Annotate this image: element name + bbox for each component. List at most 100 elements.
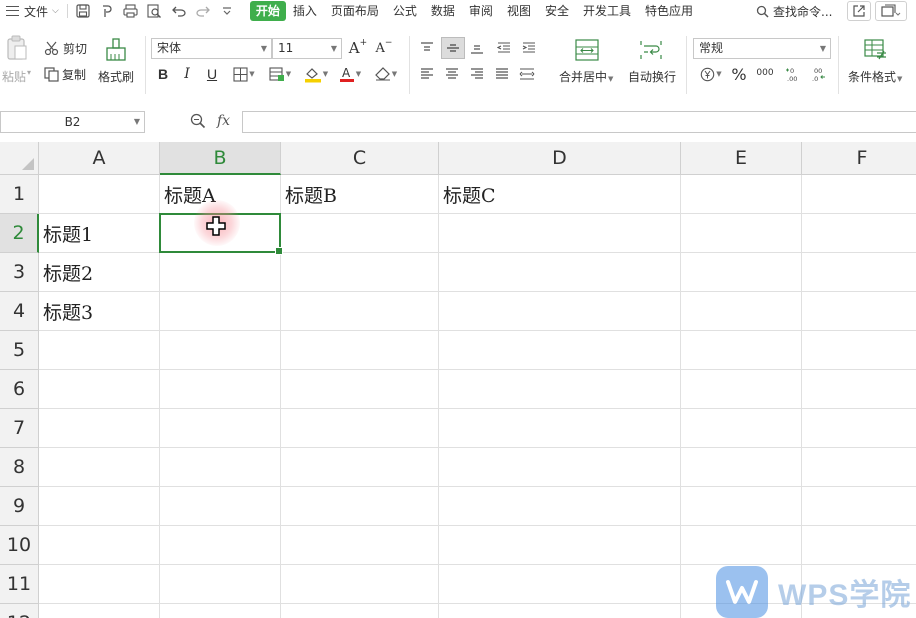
row-header-5[interactable]: 5 — [0, 331, 39, 370]
tab-security[interactable]: 安全 — [538, 1, 576, 21]
cell-b10[interactable] — [160, 526, 281, 565]
tab-review[interactable]: 审阅 — [462, 1, 500, 21]
tab-view[interactable]: 视图 — [500, 1, 538, 21]
cell-d12[interactable] — [439, 604, 681, 618]
more-window-button[interactable] — [875, 1, 907, 21]
cell-a3[interactable]: 标题2 — [39, 253, 160, 292]
insert-function-button[interactable]: fx — [217, 113, 230, 129]
borders-button[interactable]: ▼ — [230, 64, 258, 84]
column-header-f[interactable]: F — [802, 142, 916, 175]
cell-style-button[interactable]: ▼ — [266, 64, 294, 84]
cell-d4[interactable] — [439, 292, 681, 331]
export-icon[interactable] — [98, 2, 116, 20]
font-name-select[interactable]: 宋体 ▼ — [151, 38, 272, 59]
cell-e7[interactable] — [681, 409, 802, 448]
print-icon[interactable] — [122, 2, 140, 20]
undo-icon[interactable] — [170, 2, 188, 20]
format-painter-button[interactable] — [104, 36, 128, 64]
customize-toolbar-icon[interactable] — [218, 2, 236, 20]
cell-c3[interactable] — [281, 253, 439, 292]
tab-special-features[interactable]: 特色应用 — [638, 1, 700, 21]
cell-e3[interactable] — [681, 253, 802, 292]
cell-f9[interactable] — [802, 487, 916, 526]
justify-button[interactable] — [492, 64, 512, 84]
row-header-8[interactable]: 8 — [0, 448, 39, 487]
cell-d8[interactable] — [439, 448, 681, 487]
cell-e2[interactable] — [681, 214, 802, 253]
cell-a2[interactable]: 标题1 — [39, 214, 160, 253]
cell-c11[interactable] — [281, 565, 439, 604]
underline-button[interactable]: U — [202, 64, 222, 84]
decrease-indent-button[interactable] — [494, 38, 514, 58]
tab-insert[interactable]: 插入 — [286, 1, 324, 21]
increase-indent-button[interactable] — [519, 38, 539, 58]
cell-b4[interactable] — [160, 292, 281, 331]
cell-f4[interactable] — [802, 292, 916, 331]
column-header-e[interactable]: E — [681, 142, 802, 175]
cell-f7[interactable] — [802, 409, 916, 448]
wrap-text-icon-button[interactable] — [638, 38, 664, 62]
cell-a12[interactable] — [39, 604, 160, 618]
column-header-a[interactable]: A — [39, 142, 160, 175]
align-bottom-button[interactable] — [467, 38, 487, 58]
distributed-align-button[interactable] — [517, 64, 537, 84]
cell-d2[interactable] — [439, 214, 681, 253]
cell-a1[interactable] — [39, 175, 160, 214]
cell-d7[interactable] — [439, 409, 681, 448]
share-button[interactable] — [847, 1, 871, 21]
number-format-select[interactable]: 常规 ▼ — [693, 38, 831, 59]
cell-e5[interactable] — [681, 331, 802, 370]
column-header-c[interactable]: C — [281, 142, 439, 175]
row-header-9[interactable]: 9 — [0, 487, 39, 526]
row-header-6[interactable]: 6 — [0, 370, 39, 409]
cut-button[interactable]: 剪切 — [44, 40, 87, 56]
decrease-font-size-button[interactable]: A − — [374, 38, 394, 58]
cell-f8[interactable] — [802, 448, 916, 487]
cell-a10[interactable] — [39, 526, 160, 565]
cell-c1[interactable]: 标题B — [281, 175, 439, 214]
row-header-11[interactable]: 11 — [0, 565, 39, 604]
cell-a8[interactable] — [39, 448, 160, 487]
row-header-4[interactable]: 4 — [0, 292, 39, 331]
cell-d11[interactable] — [439, 565, 681, 604]
save-icon[interactable] — [74, 2, 92, 20]
cell-b6[interactable] — [160, 370, 281, 409]
conditional-format-icon-button[interactable] — [863, 38, 889, 62]
cell-e10[interactable] — [681, 526, 802, 565]
zoom-icon[interactable] — [190, 113, 206, 132]
cell-b3[interactable] — [160, 253, 281, 292]
tab-developer[interactable]: 开发工具 — [576, 1, 638, 21]
tab-home[interactable]: 开始 — [249, 1, 286, 21]
conditional-format-button[interactable]: 条件格式▼ — [848, 68, 902, 85]
tab-page-layout[interactable]: 页面布局 — [324, 1, 386, 21]
name-box[interactable]: B2 ▼ — [0, 111, 145, 133]
cell-f10[interactable] — [802, 526, 916, 565]
cell-d9[interactable] — [439, 487, 681, 526]
decrease-decimal-button[interactable]: 00.0 — [807, 64, 829, 84]
align-right-button[interactable] — [467, 64, 487, 84]
cell-f2[interactable] — [802, 214, 916, 253]
cell-f6[interactable] — [802, 370, 916, 409]
increase-font-size-button[interactable]: A + — [348, 38, 368, 58]
fill-color-button[interactable]: ▼ — [301, 64, 331, 84]
cell-a7[interactable] — [39, 409, 160, 448]
cell-c9[interactable] — [281, 487, 439, 526]
cell-b8[interactable] — [160, 448, 281, 487]
row-header-10[interactable]: 10 — [0, 526, 39, 565]
paste-button[interactable] — [4, 34, 30, 62]
cell-e1[interactable] — [681, 175, 802, 214]
cell-b12[interactable] — [160, 604, 281, 618]
cell-e4[interactable] — [681, 292, 802, 331]
paste-dropdown-icon[interactable]: ▾ — [27, 68, 31, 77]
column-header-d[interactable]: D — [439, 142, 681, 175]
copy-button[interactable]: 复制 — [44, 66, 86, 82]
percent-format-button[interactable]: % — [729, 64, 749, 84]
cell-c7[interactable] — [281, 409, 439, 448]
align-left-button[interactable] — [417, 64, 437, 84]
cell-d1[interactable]: 标题C — [439, 175, 681, 214]
cell-b5[interactable] — [160, 331, 281, 370]
italic-button[interactable]: I — [177, 64, 197, 84]
thousands-separator-button[interactable]: 000 — [755, 63, 775, 83]
cell-f1[interactable] — [802, 175, 916, 214]
bold-button[interactable]: B — [153, 64, 173, 84]
